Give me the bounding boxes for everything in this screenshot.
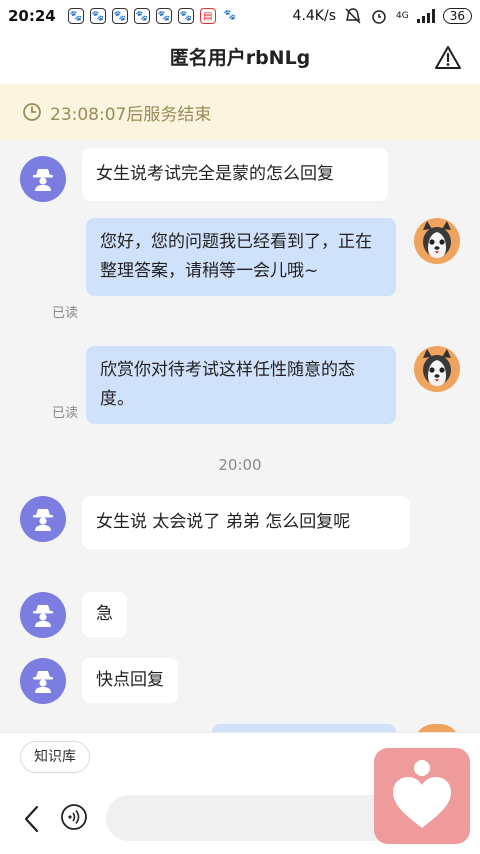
alarm-icon (372, 10, 386, 24)
status-bar: 20:24 🐾 🐾 🐾 🐾 🐾 🐾 ▤ 🐾 4.4K/s 4G 36 (0, 0, 480, 32)
status-right: 4.4K/s 4G 36 (293, 0, 472, 32)
network-speed: 4.4K/s (292, 8, 337, 24)
warning-icon[interactable] (434, 44, 462, 72)
husky-dog-icon (423, 349, 451, 386)
anonymous-user-icon (33, 605, 53, 627)
calendar-app-icon: ▤ (199, 8, 216, 24)
mute-icon (345, 8, 361, 24)
status-time: 20:24 (8, 7, 56, 25)
chat-title: 匿名用户rbNLg (169, 47, 311, 69)
heart-person-logo-icon (393, 760, 451, 828)
read-status: 已读 (52, 306, 79, 321)
outgoing-message-bubble[interactable]: 您好，您的问题我已经看到了，正在整理答案，请稍等一会儿哦~ (86, 218, 396, 296)
paw-app-icon: 🐾 (155, 8, 172, 24)
chat-header: 匿名用户rbNLg (0, 32, 480, 85)
paw-app-icon: 🐾 (67, 8, 84, 24)
outgoing-message-bubble[interactable]: 欣赏你对待考试这样任性随意的态度。 (86, 346, 396, 424)
signal-label: 4G (396, 11, 409, 21)
read-status: 已读 (52, 406, 79, 421)
back-arrow-icon[interactable] (20, 803, 44, 835)
voice-icon[interactable] (60, 803, 88, 831)
chat-messages[interactable]: 女生说考试完全是蒙的怎么回复 已读 您好，您的问题我已经看到了，正在整理答案，请… (0, 140, 480, 732)
battery-indicator: 36 (442, 8, 472, 24)
paw-app-icon: 🐾 (89, 8, 106, 24)
time-separator: 20:00 (218, 456, 262, 474)
paw-app-icon: 🐾 (177, 8, 194, 24)
paw-app-icon: 🐾 (111, 8, 128, 24)
timer-text: 23:08:07后服务结束 (50, 104, 212, 125)
user-avatar[interactable] (20, 496, 66, 542)
service-timer-bar: 23:08:07后服务结束 (0, 84, 480, 140)
clock-icon (23, 103, 41, 121)
paw-app-icon: 🐾 (133, 8, 150, 24)
anonymous-user-icon (33, 509, 53, 531)
notification-icons: 🐾 🐾 🐾 🐾 🐾 🐾 ▤ 🐾 (67, 8, 238, 24)
knowledge-base-chip[interactable]: 知识库 (20, 741, 90, 773)
incoming-message-bubble[interactable]: 女生说 太会说了 弟弟 怎么回复呢 (82, 496, 410, 549)
user-avatar[interactable] (20, 658, 66, 704)
outgoing-message-bubble-partial (212, 724, 396, 732)
incoming-message-bubble[interactable]: 快点回复 (82, 658, 178, 703)
advisor-avatar[interactable] (414, 346, 460, 392)
anonymous-user-icon (33, 671, 53, 693)
user-avatar[interactable] (20, 156, 66, 202)
user-avatar[interactable] (20, 592, 66, 638)
incoming-message-bubble[interactable]: 急 (82, 592, 127, 637)
incoming-message-bubble[interactable]: 女生说考试完全是蒙的怎么回复 (82, 148, 388, 201)
advisor-avatar[interactable] (414, 218, 460, 264)
floating-app-logo[interactable] (374, 748, 470, 844)
baidu-app-icon: 🐾 (223, 10, 236, 21)
anonymous-user-icon (33, 169, 53, 191)
husky-dog-icon (423, 221, 451, 258)
message-input[interactable] (106, 795, 396, 841)
signal-icon (416, 9, 435, 23)
advisor-avatar-partial (414, 724, 460, 732)
